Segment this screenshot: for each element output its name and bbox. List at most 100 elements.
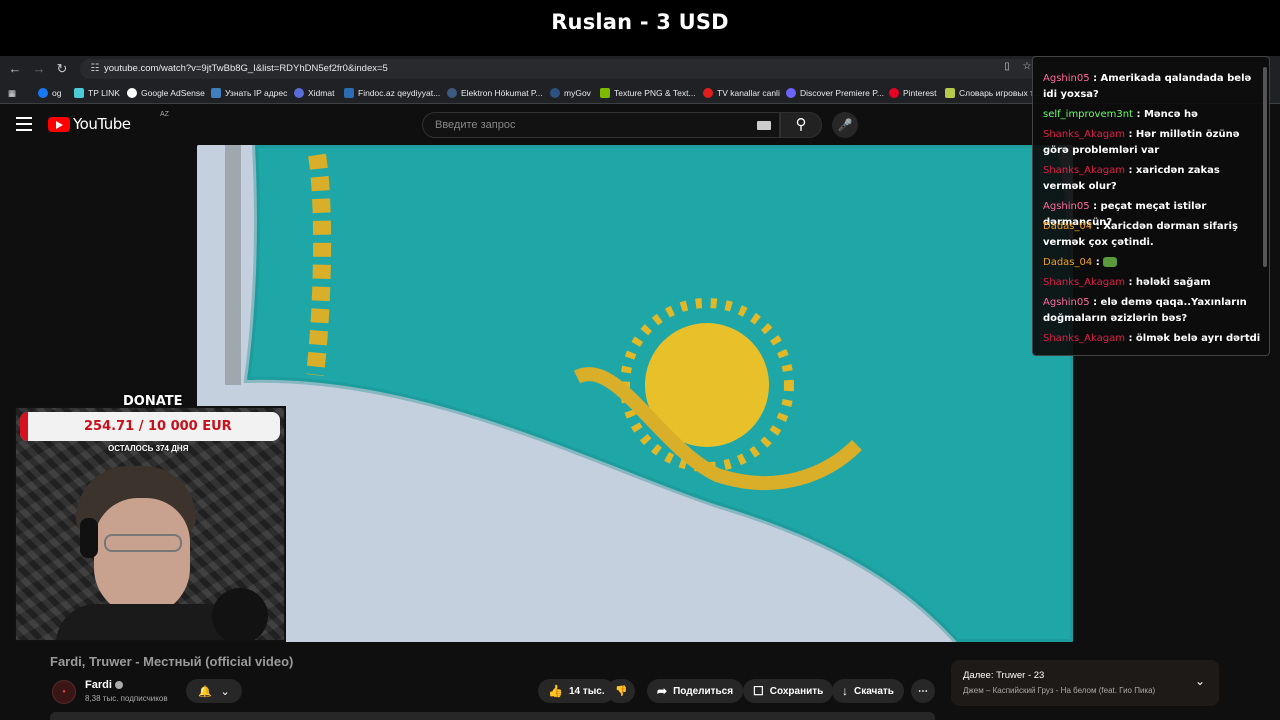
ip-icon [211, 88, 221, 98]
chat-overlay: Agshin05 : Amerikada qalandada belə idi … [1032, 56, 1270, 356]
thumbs-up-icon: 👍 [548, 684, 563, 698]
microphone-icon [212, 588, 268, 640]
bookmark-label: Findoc.az qeydiyyat... [358, 88, 441, 98]
bookmark-label: myGov [564, 88, 591, 98]
chat-username: Agshin05 [1043, 297, 1090, 308]
youtube-play-icon [48, 116, 70, 132]
bookmark-label: TV kanallar canli [717, 88, 780, 98]
flagpole [225, 145, 241, 385]
address-bar[interactable]: ☷ youtube.com/watch?v=9jtTwBb8G_I&list=R… [80, 59, 1040, 79]
stream-banner-title: Ruslan - 3 USD [551, 10, 729, 34]
up-next-label: Далее: Truwer - 23 [963, 670, 1045, 681]
more-icon: ⋯ [918, 685, 928, 697]
search-button[interactable]: ⚲ [780, 112, 822, 138]
bookmark-item[interactable]: og [38, 87, 61, 99]
microphone-icon: 🎤 [837, 118, 853, 132]
stream-banner: Ruslan - 3 USD [0, 0, 1280, 56]
bookmark-item[interactable]: Elektron Hökumat P... [447, 87, 543, 99]
chat-username: Agshin05 [1043, 73, 1090, 84]
bookmark-item[interactable]: Findoc.az qeydiyyat... [344, 87, 440, 99]
verified-icon [115, 681, 123, 689]
channel-name[interactable]: Fardi [85, 679, 112, 691]
bookmark-item[interactable]: Discover Premiere P... [786, 87, 884, 99]
chevron-down-icon: ⌄ [220, 685, 230, 698]
search-icon: ⚲ [795, 116, 807, 133]
bookmark-item[interactable]: TV kanallar canli [703, 87, 780, 99]
bookmark-label: Texture PNG & Text... [614, 88, 696, 98]
share-button[interactable]: ➦ Поделиться [647, 679, 744, 703]
download-label: Скачать [854, 685, 894, 697]
bookmark-label: TP LINK [88, 88, 120, 98]
more-actions-button[interactable]: ⋯ [911, 679, 935, 703]
download-button[interactable]: ↓ Скачать [832, 679, 904, 703]
google-icon [127, 88, 137, 98]
search-input[interactable]: Введите запрос [422, 112, 780, 138]
back-arrow-icon[interactable]: ← [6, 60, 24, 78]
bookmark-item[interactable]: Xidmat [294, 87, 334, 99]
chat-username: self_improvem3nt [1043, 109, 1133, 120]
chat-message: Dadas_04 : Xaricdən dərman sifariş vermə… [1043, 219, 1263, 251]
like-button[interactable]: 👍 14 тыс. [538, 679, 615, 703]
bookmark-label: Google AdSense [141, 88, 205, 98]
bookmark-label: og [52, 88, 62, 98]
bookmark-item[interactable]: Словарь игровых т... [945, 87, 1040, 99]
bookmark-label: Pinterest [903, 88, 937, 98]
menu-icon[interactable] [16, 117, 32, 131]
keyboard-icon[interactable] [757, 121, 771, 130]
bookmark-item[interactable]: Узнать IP адрес [211, 87, 287, 99]
save-label: Сохранить [769, 685, 824, 697]
bookmark-item[interactable]: TP LINK [74, 87, 120, 99]
ornament-band [306, 153, 332, 377]
chat-scrollbar[interactable] [1263, 67, 1267, 267]
voice-search-button[interactable]: 🎤 [832, 112, 858, 138]
chevron-down-icon[interactable]: ⌄ [1195, 674, 1205, 688]
headset-icon [80, 518, 98, 558]
up-next-card[interactable]: Далее: Truwer - 23 Джем – Каспийский Гру… [951, 660, 1219, 706]
bookmark-item[interactable]: Texture PNG & Text... [600, 87, 696, 99]
download-icon: ↓ [842, 684, 848, 698]
emote-icon [1103, 257, 1118, 267]
up-next-subtitle: Джем – Каспийский Груз - На белом (feat.… [963, 686, 1156, 695]
forward-arrow-icon[interactable]: → [30, 60, 48, 78]
chat-message: Shanks_Akagam : xaricdən zakas vermək ol… [1043, 163, 1263, 195]
donation-amount: 254.71 / 10 000 EUR [84, 419, 232, 434]
webcam-overlay [14, 406, 286, 642]
video-player[interactable] [197, 145, 1073, 642]
bookmark-label: Словарь игровых т... [959, 88, 1041, 98]
chat-message: Shanks_Akagam : ölmək belə ayrı dərtdi [1043, 331, 1263, 347]
chat-text: : ölmək belə ayrı dərtdi [1128, 333, 1261, 344]
subscription-bell-button[interactable]: 🔔 ⌄ [186, 679, 242, 703]
mygov-icon [550, 88, 560, 98]
bookmark-item[interactable]: Pinterest [889, 87, 937, 99]
chat-message: self_improvem3nt : Məncə hə [1043, 107, 1263, 123]
chat-message: Agshin05 : elə demə qaqa..Yaxınların doğ… [1043, 295, 1263, 327]
reload-icon[interactable]: ↻ [53, 60, 71, 78]
install-app-icon[interactable]: ▯ [999, 61, 1015, 77]
bookmark-icon: ☐ [753, 684, 764, 698]
donate-label: DONATE [123, 394, 183, 409]
description-box-edge [50, 712, 935, 720]
donation-progress-fill [20, 412, 28, 441]
apps-grid-icon[interactable]: ▦ [8, 87, 16, 99]
address-bar-url: youtube.com/watch?v=9jtTwBb8G_I&list=RDY… [104, 63, 388, 74]
channel-avatar[interactable]: ● [52, 680, 76, 704]
chat-username: Shanks_Akagam [1043, 165, 1125, 176]
dislike-button[interactable]: 👎 [607, 679, 636, 703]
tp-link-icon [74, 88, 84, 98]
bookmark-item[interactable]: Google AdSense [127, 87, 205, 99]
youtube-logo[interactable]: YouTube AZ [48, 111, 169, 133]
chat-username: Dadas_04 [1043, 221, 1093, 232]
save-button[interactable]: ☐ Сохранить [743, 679, 834, 703]
share-icon: ➦ [657, 684, 668, 698]
chat-username: Agshin05 [1043, 201, 1090, 212]
site-info-icon[interactable]: ☷ [88, 62, 102, 76]
bookmark-label: Discover Premiere P... [800, 88, 884, 98]
region-code: AZ [160, 111, 169, 118]
chat-text: : hələki sağam [1128, 277, 1211, 288]
streamer-face [94, 498, 190, 616]
chat-username: Shanks_Akagam [1043, 277, 1125, 288]
share-label: Поделиться [673, 685, 734, 697]
bookmark-item[interactable]: myGov [550, 87, 591, 99]
e-gov-icon [447, 88, 457, 98]
pinterest-icon [889, 88, 899, 98]
